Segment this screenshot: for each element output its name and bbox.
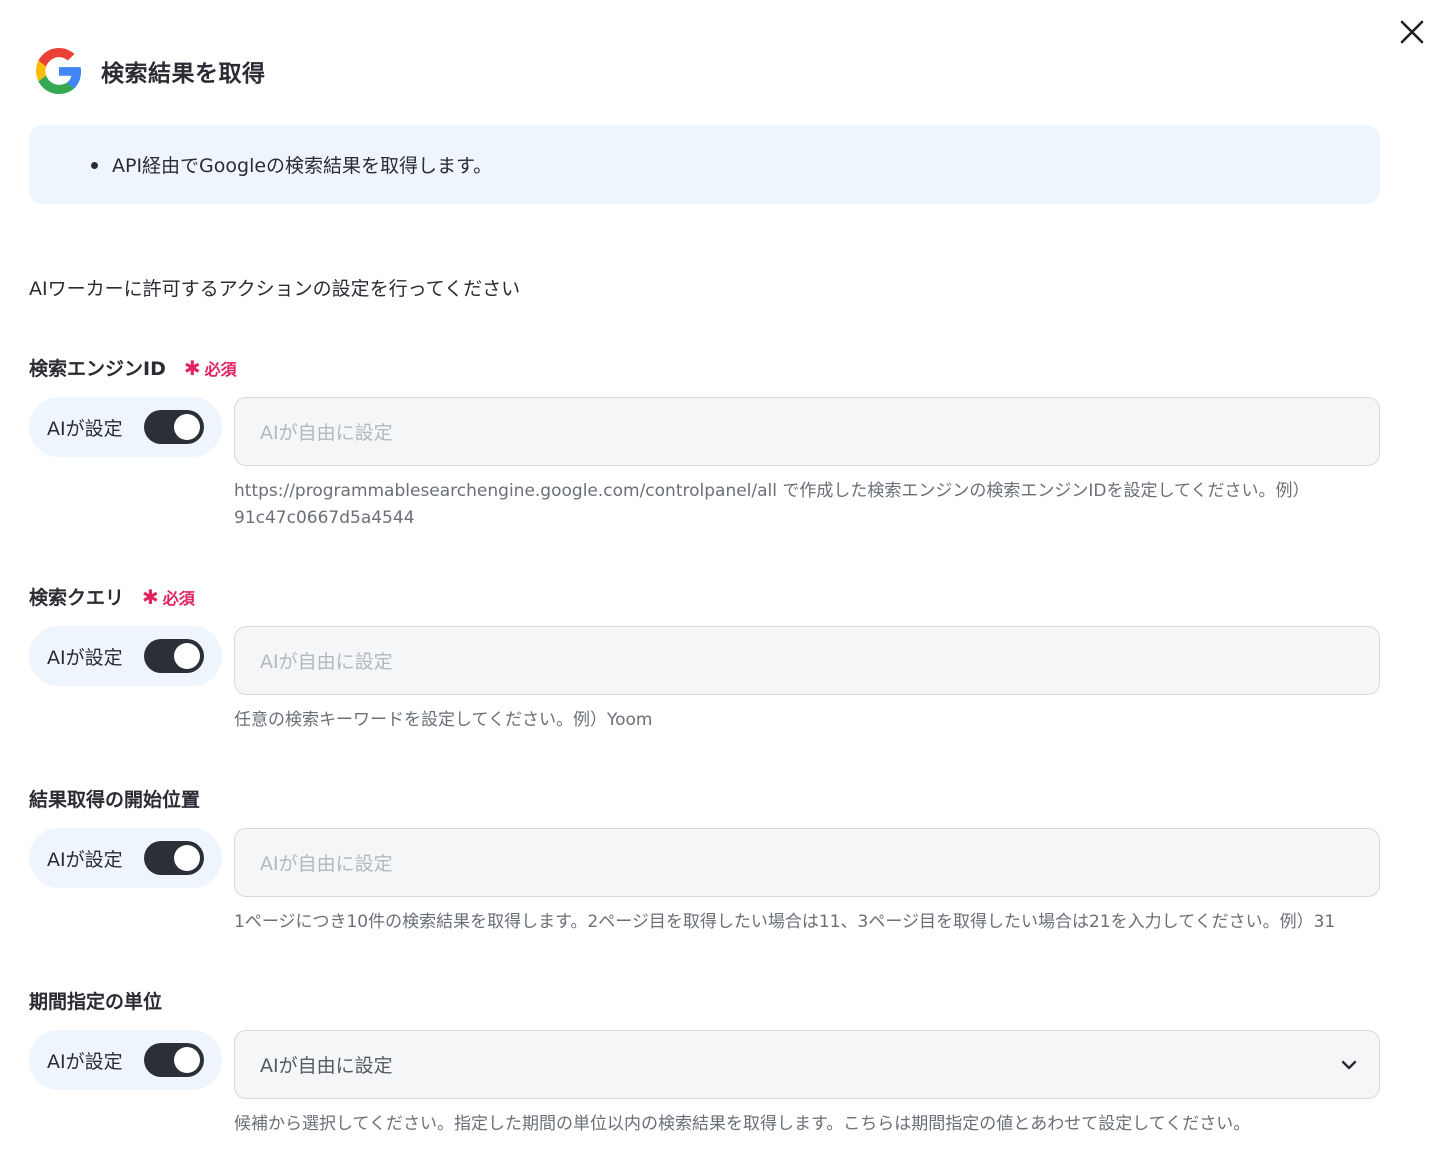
ai-setting-pill: AIが設定 xyxy=(29,828,222,888)
required-badge: ✱ 必須 xyxy=(184,356,237,380)
description-box: API経由でGoogleの検索結果を取得します。 xyxy=(29,125,1380,204)
close-icon xyxy=(1400,20,1424,44)
ai-setting-label: AIが設定 xyxy=(47,417,123,440)
input-placeholder: AIが自由に設定 xyxy=(260,651,393,673)
page-title: 検索結果を取得 xyxy=(101,61,266,87)
ai-setting-label: AIが設定 xyxy=(47,848,123,871)
ai-setting-pill: AIが設定 xyxy=(29,397,222,457)
date-unit-select[interactable]: AIが自由に設定 xyxy=(234,1030,1380,1099)
search-query-input[interactable]: AIが自由に設定 xyxy=(234,626,1380,695)
field-label-text: 期間指定の単位 xyxy=(29,991,163,1013)
close-button[interactable] xyxy=(1396,16,1428,48)
chevron-down-icon xyxy=(1341,1060,1357,1070)
asterisk-icon: ✱ xyxy=(183,355,201,380)
toggle-knob xyxy=(174,414,200,440)
field-label-date-unit: 期間指定の単位 xyxy=(29,987,162,1014)
ai-setting-pill: AIが設定 xyxy=(29,1030,222,1090)
field-help-text: 任意の検索キーワードを設定してください。例）Yoom xyxy=(234,707,1374,734)
ai-setting-label: AIが設定 xyxy=(47,1050,123,1073)
section-instruction: AIワーカーに許可するアクションの設定を行ってください xyxy=(29,278,521,300)
google-logo-icon xyxy=(36,48,82,94)
help-line: 91c47c0667d5a4544 xyxy=(234,508,415,528)
start-index-input[interactable]: AIが自由に設定 xyxy=(234,828,1380,897)
toggle-knob xyxy=(174,643,200,669)
toggle-knob xyxy=(174,1047,200,1073)
required-label: 必須 xyxy=(204,359,237,379)
help-line: https://programmablesearchengine.google.… xyxy=(234,481,1310,501)
field-label-text: 結果取得の開始位置 xyxy=(29,789,201,811)
field-label-search-engine-id: 検索エンジンID ✱ 必須 xyxy=(29,354,237,381)
help-line: 1ページにつき10件の検索結果を取得します。2ページ目を取得したい場合は11、3… xyxy=(234,912,1336,932)
required-badge: ✱ 必須 xyxy=(142,585,195,609)
description-item: API経由でGoogleの検索結果を取得します。 xyxy=(112,155,493,177)
field-label-text: 検索クエリ xyxy=(29,587,125,609)
input-placeholder: AIが自由に設定 xyxy=(260,422,393,444)
help-line: 候補から選択してください。指定した期間の単位以内の検索結果を取得します。こちらは… xyxy=(234,1114,1251,1134)
ai-setting-toggle[interactable] xyxy=(144,639,204,673)
field-help-text: 1ページにつき10件の検索結果を取得します。2ページ目を取得したい場合は11、3… xyxy=(234,909,1374,936)
search-engine-id-input[interactable]: AIが自由に設定 xyxy=(234,397,1380,466)
bullet-dot xyxy=(91,162,98,169)
ai-setting-toggle[interactable] xyxy=(144,410,204,444)
action-settings-panel: 検索結果を取得 API経由でGoogleの検索結果を取得します。 AIワーカーに… xyxy=(0,0,1444,1168)
ai-setting-toggle[interactable] xyxy=(144,1043,204,1077)
select-value: AIが自由に設定 xyxy=(260,1055,393,1077)
field-label-text: 検索エンジンID xyxy=(29,358,166,380)
field-help-text: 候補から選択してください。指定した期間の単位以内の検索結果を取得します。こちらは… xyxy=(234,1111,1374,1138)
field-label-start-index: 結果取得の開始位置 xyxy=(29,785,200,812)
field-label-search-query: 検索クエリ ✱ 必須 xyxy=(29,583,195,610)
ai-setting-toggle[interactable] xyxy=(144,841,204,875)
input-placeholder: AIが自由に設定 xyxy=(260,853,393,875)
field-help-text: https://programmablesearchengine.google.… xyxy=(234,478,1374,532)
toggle-knob xyxy=(174,845,200,871)
asterisk-icon: ✱ xyxy=(142,584,159,609)
ai-setting-pill: AIが設定 xyxy=(29,626,222,686)
panel-header: 検索結果を取得 xyxy=(36,48,266,94)
required-label: 必須 xyxy=(162,588,195,608)
ai-setting-label: AIが設定 xyxy=(47,646,123,669)
help-line: 任意の検索キーワードを設定してください。例）Yoom xyxy=(234,710,653,730)
